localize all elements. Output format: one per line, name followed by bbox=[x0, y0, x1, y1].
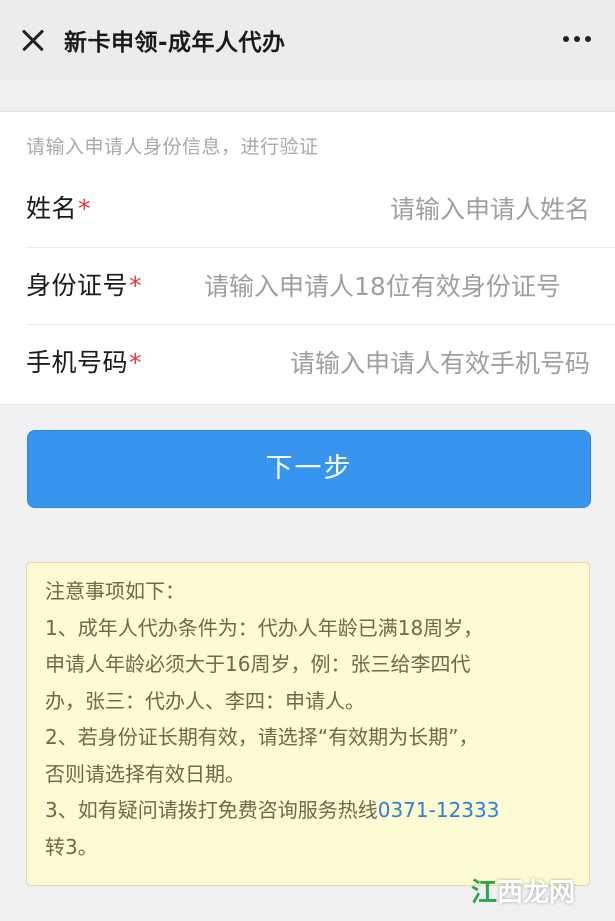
notice-line: 办，张三：代办人、李四：申请人。 bbox=[45, 688, 365, 713]
name-row: 姓名* bbox=[26, 171, 615, 248]
id-number-row: 身份证号* bbox=[26, 248, 615, 325]
required-mark: * bbox=[129, 348, 143, 377]
id-number-label-text: 身份证号 bbox=[26, 271, 129, 300]
more-dot bbox=[585, 36, 591, 42]
name-input[interactable] bbox=[176, 171, 590, 247]
required-mark: * bbox=[129, 271, 143, 300]
name-label-text: 姓名 bbox=[26, 194, 78, 223]
notice-box: 注意事项如下： 1、成年人代办条件为：代办人年龄已满18周岁， 申请人年龄必须大… bbox=[26, 562, 590, 886]
notice-line: 申请人年龄必须大于16周岁，例：张三给李四代 bbox=[45, 652, 471, 676]
hotline-link[interactable]: 0371-12333 bbox=[378, 798, 500, 822]
phone-label-text: 手机号码 bbox=[26, 348, 129, 377]
top-bar: 新卡申领-成年人代办 bbox=[0, 0, 615, 80]
phone-label: 手机号码* bbox=[26, 325, 142, 401]
notice-line: 否则请选择有效日期。 bbox=[45, 761, 245, 786]
notice-line: 转3。 bbox=[45, 834, 98, 859]
more-dot bbox=[563, 36, 569, 42]
form-hint: 请输入申请人身份信息，进行验证 bbox=[26, 136, 319, 158]
watermark-accent: 江 bbox=[470, 878, 497, 908]
watermark-logo: 江西龙网 bbox=[471, 872, 575, 909]
notice-heading: 注意事项如下： bbox=[45, 579, 185, 603]
close-icon[interactable] bbox=[18, 25, 48, 55]
phone-row: 手机号码* bbox=[26, 325, 615, 401]
more-dot bbox=[574, 36, 580, 42]
phone-input[interactable] bbox=[206, 325, 590, 401]
name-label: 姓名* bbox=[26, 171, 91, 247]
next-step-button[interactable]: 下一步 bbox=[27, 430, 591, 508]
notice-line: 3、如有疑问请拨打免费咨询服务热线0371-12333 bbox=[45, 792, 577, 829]
identity-form: 请输入申请人身份信息，进行验证 姓名* 身份证号* 手机号码* bbox=[0, 111, 615, 405]
notice-line: 1、成年人代办条件为：代办人年龄已满18周岁， bbox=[45, 615, 484, 640]
required-mark: * bbox=[78, 194, 92, 223]
id-number-input[interactable] bbox=[204, 248, 615, 324]
watermark-text: 西龙网 bbox=[496, 878, 575, 908]
more-dots-icon[interactable] bbox=[563, 36, 591, 42]
page-title: 新卡申领-成年人代办 bbox=[64, 30, 286, 56]
id-number-label: 身份证号* bbox=[26, 248, 142, 324]
notice-line-text: 3、如有疑问请拨打免费咨询服务热线 bbox=[45, 798, 378, 822]
notice-line: 2、若身份证长期有效，请选择“有效期为长期”， bbox=[45, 725, 479, 749]
